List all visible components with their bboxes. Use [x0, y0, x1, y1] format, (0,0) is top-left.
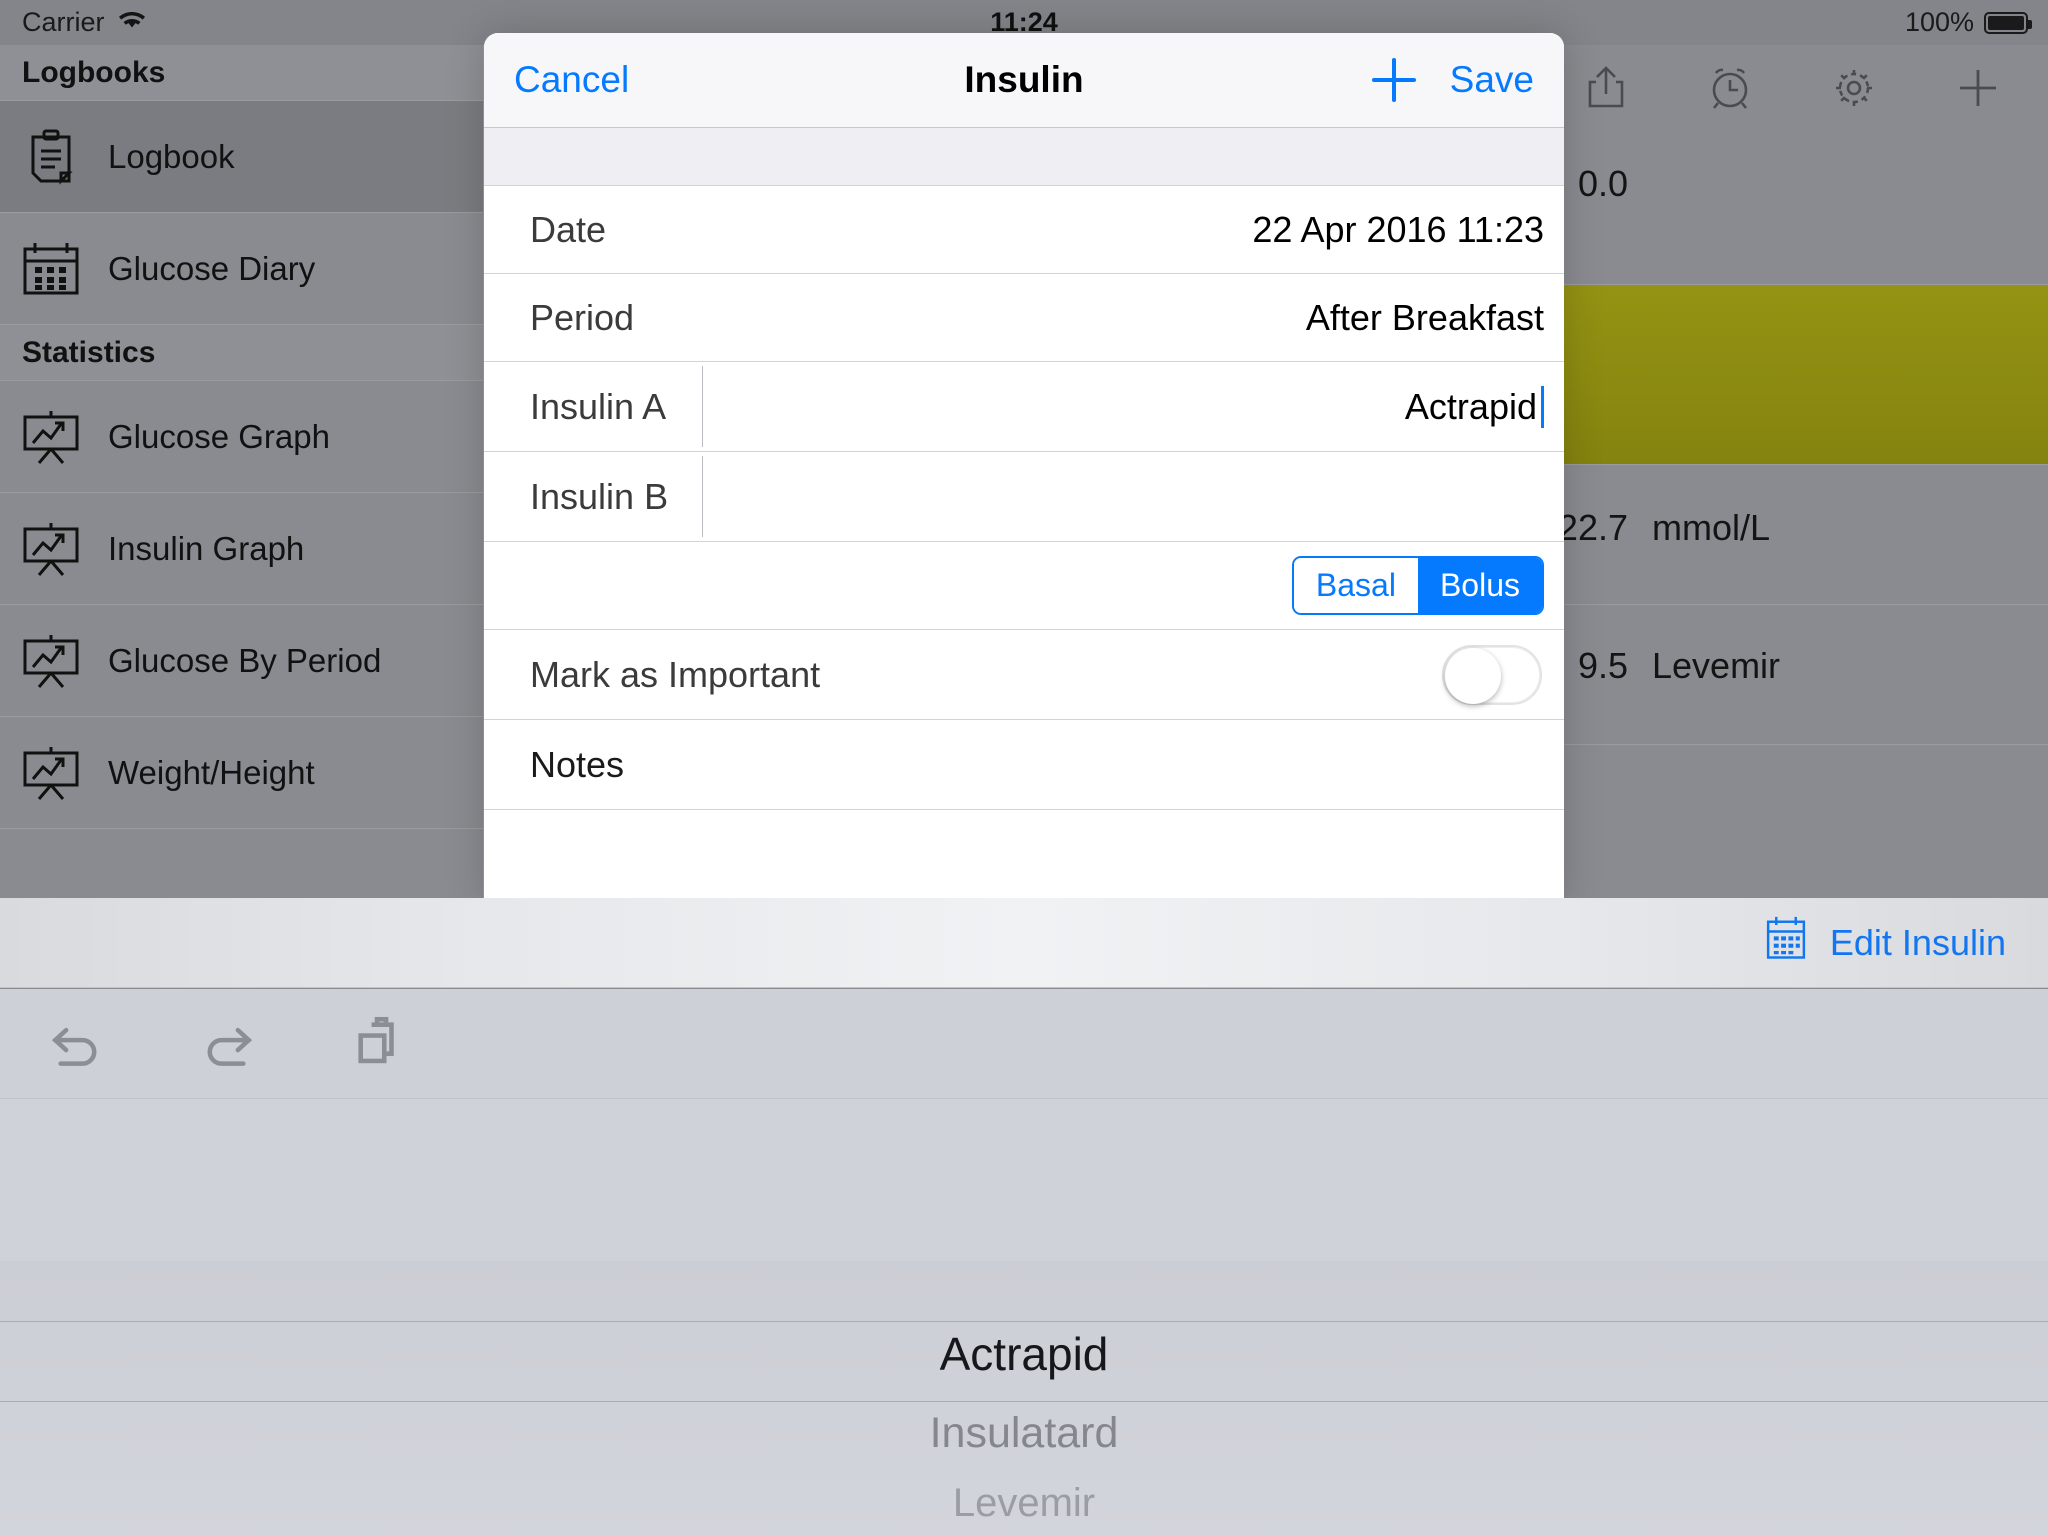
insulin-picker-wheel[interactable]: Actrapid Insulatard Levemir NovoRapid — [0, 1261, 2048, 1536]
sidebar-item-label: Glucose By Period — [108, 641, 382, 679]
sidebar-item-glucose-graph[interactable]: Glucose Graph — [0, 381, 483, 493]
keyboard-tool-row — [0, 989, 2048, 1099]
edit-insulin-button[interactable]: Edit Insulin — [1760, 912, 2006, 973]
sidebar-item-label: Logbook — [108, 137, 235, 175]
modal-top-spacer — [484, 128, 1564, 186]
sidebar-item-label: Weight/Height — [108, 753, 315, 791]
mark-important-toggle[interactable] — [1442, 644, 1542, 705]
insulin-a-input[interactable]: Actrapid — [703, 385, 1564, 428]
text-caret — [1541, 385, 1544, 428]
chart-easel-icon — [16, 402, 86, 472]
sidebar-section-logbooks: Logbooks — [0, 45, 483, 101]
basal-bolus-row: Basal Bolus — [484, 542, 1564, 630]
calendar-icon — [16, 234, 86, 304]
battery-full-icon — [1984, 11, 2032, 34]
row-unit: Levemir — [1652, 645, 1781, 686]
sidebar-item-glucose-diary[interactable]: Glucose Diary — [0, 213, 483, 325]
redo-icon[interactable] — [198, 1012, 256, 1075]
picker-selection-bottom-rule — [0, 1401, 2048, 1402]
app-root: Carrier 11:24 100% Logbooks Logbook Gluc… — [0, 0, 2048, 1536]
insulin-entry-modal: Cancel Insulin Save Date 22 Apr 2016 11:… — [484, 33, 1564, 903]
save-button[interactable]: Save — [1450, 59, 1534, 101]
mark-important-row[interactable]: Mark as Important — [484, 630, 1564, 720]
segment-bolus[interactable]: Bolus — [1417, 558, 1542, 613]
segment-basal[interactable]: Basal — [1293, 558, 1418, 613]
keyboard-zone: Actrapid Insulatard Levemir NovoRapid — [0, 989, 2048, 1536]
insulin-b-row[interactable]: Insulin B — [484, 452, 1564, 542]
date-row[interactable]: Date 22 Apr 2016 11:23 — [484, 186, 1564, 274]
clipboard-icon — [16, 122, 86, 192]
sidebar-section-statistics: Statistics — [0, 325, 483, 381]
insulin-a-row[interactable]: Insulin A Actrapid — [484, 362, 1564, 452]
sidebar-item-weight-height[interactable]: Weight/Height — [0, 717, 483, 829]
period-value: After Breakfast — [1305, 296, 1544, 338]
basal-bolus-segmented-control[interactable]: Basal Bolus — [1291, 556, 1544, 615]
modal-navbar: Cancel Insulin Save — [484, 33, 1564, 128]
chart-easel-icon — [16, 514, 86, 584]
toggle-knob — [1445, 647, 1501, 704]
edit-insulin-label: Edit Insulin — [1829, 921, 2006, 963]
alarm-clock-icon[interactable] — [1704, 62, 1756, 119]
field-divider — [702, 456, 703, 537]
row-unit: mmol/L — [1652, 507, 1771, 548]
date-label: Date — [530, 208, 607, 250]
add-entry-icon[interactable] — [1952, 62, 2004, 119]
modal-navbar-right: Save — [1371, 58, 1534, 102]
period-label: Period — [530, 296, 635, 338]
notes-label: Notes — [530, 743, 625, 785]
undo-icon[interactable] — [48, 1012, 106, 1075]
settings-gear-icon[interactable] — [1828, 62, 1880, 119]
sidebar-item-label: Glucose Diary — [108, 249, 316, 287]
plus-icon[interactable] — [1371, 58, 1416, 102]
date-value: 22 Apr 2016 11:23 — [1252, 208, 1544, 250]
sidebar-item-logbook[interactable]: Logbook — [0, 101, 483, 213]
sidebar-item-label: Glucose Graph — [108, 417, 330, 455]
battery-percent-label: 100% — [1904, 7, 1974, 37]
mark-important-label: Mark as Important — [530, 653, 821, 695]
notes-row[interactable]: Notes — [484, 720, 1564, 810]
picker-item[interactable]: Levemir — [0, 1481, 2048, 1526]
sidebar-item-label: Insulin Graph — [108, 529, 305, 567]
chart-easel-icon — [16, 626, 86, 696]
insulin-a-value: Actrapid — [1404, 385, 1537, 427]
period-row[interactable]: Period After Breakfast — [484, 274, 1564, 362]
sidebar-item-glucose-by-period[interactable]: Glucose By Period — [0, 605, 483, 717]
sidebar-item-insulin-graph[interactable]: Insulin Graph — [0, 493, 483, 605]
picker-item-selected[interactable]: Actrapid — [0, 1327, 2048, 1381]
picker-selection-top-rule — [0, 1321, 2048, 1322]
input-accessory-bar: Edit Insulin — [0, 898, 2048, 988]
calendar-icon — [1760, 912, 1812, 973]
paste-icon[interactable] — [348, 1012, 406, 1075]
share-icon[interactable] — [1580, 62, 1632, 119]
notes-textarea[interactable] — [484, 810, 1564, 903]
status-bar-right: 100% — [1904, 7, 2032, 38]
chart-easel-icon — [16, 738, 86, 808]
insulin-b-label: Insulin B — [530, 475, 669, 517]
sidebar: Logbooks Logbook Glucose Diary Statistic… — [0, 45, 484, 898]
picker-item[interactable]: Insulatard — [0, 1409, 2048, 1458]
cancel-button[interactable]: Cancel — [514, 59, 629, 101]
insulin-a-label: Insulin A — [530, 385, 667, 427]
